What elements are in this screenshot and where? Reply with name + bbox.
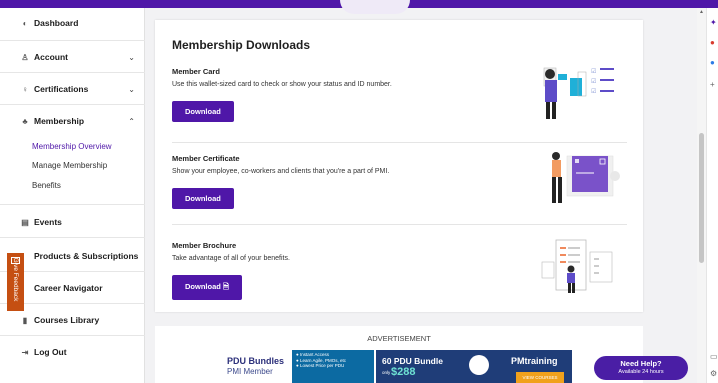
divider [0,40,145,41]
extension-icon[interactable]: ● [710,38,715,47]
calendar-icon: ▤ [21,217,29,227]
membership-downloads-card: Membership Downloads Member Card Use thi… [155,20,643,312]
bookmark-icon: ▮ [22,315,28,325]
chevron-down-icon: ⌄ [128,52,135,62]
sidebar-item-courses[interactable]: ▮ Courses Library [0,315,145,325]
sidebar-item-certifications[interactable]: ♀ Certifications ⌄ [0,84,145,94]
membership-icon: ♣ [22,116,28,126]
download-certificate-button[interactable]: Download [172,188,234,209]
chevron-up-icon: ⌃ [128,116,135,126]
sparkle-icon[interactable]: ✦ [710,18,717,27]
scroll-up-arrow-icon[interactable]: ▲ [699,9,704,15]
list-item: ● Lowest Price per PDU [296,363,345,368]
logout-icon: ⇥ [21,347,29,357]
document-icon: 🗎 [222,282,229,291]
member-brochure-illustration [541,239,613,293]
sidebar-item-dashboard[interactable]: ◐ Dashboard [0,18,145,28]
divider [0,104,145,105]
give-feedback-tab[interactable]: Give Feedback [7,253,24,311]
divider [0,335,145,336]
chevron-down-icon: ⌄ [128,84,135,94]
sidebar-subitem-manage-membership[interactable]: Manage Membership [32,161,107,170]
divider [0,237,145,238]
pmi-badge-icon [469,355,489,375]
sidebar: ◐ Dashboard ♙ Account ⌄ ♀ Certifications… [0,8,145,383]
sidebar-subitem-membership-overview[interactable]: Membership Overview [32,142,112,151]
divider [0,204,145,205]
svg-text:☑: ☑ [591,88,596,95]
ad-banner[interactable]: PDU Bundles PMI Member ● Instant Access … [227,350,572,383]
need-help-button[interactable]: Need Help? Available 24 hours [594,356,688,380]
sidebar-item-logout[interactable]: ⇥ Log Out [0,347,145,357]
add-icon[interactable]: + [710,80,715,89]
sidebar-item-account[interactable]: ♙ Account ⌄ [0,52,145,62]
extension-icon[interactable]: ● [710,58,715,67]
download-card-button[interactable]: Download [172,101,234,122]
sidebar-item-membership[interactable]: ♣ Membership ⌃ [0,116,145,126]
gear-icon[interactable]: ⚙ [710,369,717,378]
top-accent-bar [0,0,718,14]
user-icon: ♙ [21,52,29,62]
divider [172,224,627,225]
member-card-illustration: ☑ ☑ ☑ [543,67,614,119]
dashboard-icon: ◐ [22,18,28,28]
svg-text:☑: ☑ [591,68,596,75]
svg-text:☑: ☑ [591,78,596,85]
divider [0,72,145,73]
advertisement: ADVERTISEMENT PDU Bundles PMI Member ● I… [155,326,643,383]
sidebar-subitem-benefits[interactable]: Benefits [32,181,61,190]
sidebar-item-events[interactable]: ▤ Events [0,217,145,227]
divider [172,142,627,143]
download-brochure-button[interactable]: Download 🗎 [172,275,242,300]
sidebar-toggle-icon[interactable]: ▭ [710,352,718,361]
certificate-icon: ♀ [22,84,28,94]
view-courses-button[interactable]: VIEW COURSES [516,372,564,383]
page-title: Membership Downloads [172,38,311,52]
member-certificate-illustration [552,152,620,203]
ad-bullets: ● Instant Access ● Learn Agile, PMOs, et… [292,350,374,383]
scrollbar-thumb[interactable] [699,133,704,263]
